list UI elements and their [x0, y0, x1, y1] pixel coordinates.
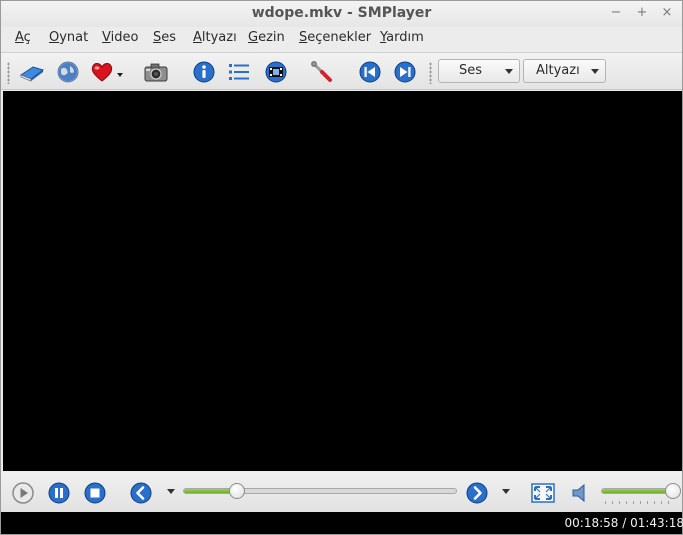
- menu-browse[interactable]: Gezin: [248, 30, 285, 45]
- status-bar: 00:18:58 / 01:43:18: [1, 512, 683, 534]
- screenshot-icon[interactable]: [142, 58, 170, 86]
- preferences-icon[interactable]: [308, 58, 336, 86]
- minimize-button[interactable]: −: [607, 4, 625, 22]
- video-preferences-icon[interactable]: [262, 58, 290, 86]
- mute-button[interactable]: [567, 480, 593, 506]
- chevron-down-icon: [591, 69, 599, 74]
- menu-audio[interactable]: Ses: [153, 30, 176, 45]
- volume-ticks: [605, 501, 673, 504]
- audio-track-label: Ses: [459, 63, 483, 78]
- stop-button[interactable]: [82, 480, 108, 506]
- close-button[interactable]: ×: [658, 4, 676, 22]
- toolbar-grip[interactable]: [7, 62, 10, 84]
- favorites-icon[interactable]: [89, 58, 125, 86]
- title-bar[interactable]: wdope.mkv - SMPlayer − + ×: [1, 1, 682, 27]
- menu-open[interactable]: Aç: [15, 30, 31, 45]
- rewind-menu-chevron-icon[interactable]: [167, 489, 175, 494]
- control-bar: [1, 472, 682, 512]
- rewind-button[interactable]: [128, 480, 154, 506]
- pause-button[interactable]: [46, 480, 72, 506]
- volume-fill: [602, 489, 674, 493]
- next-icon[interactable]: [391, 58, 419, 86]
- volume-slider[interactable]: [601, 483, 682, 499]
- window-title: wdope.mkv - SMPlayer: [251, 5, 432, 21]
- menu-help[interactable]: Yardım: [380, 30, 424, 45]
- menu-options[interactable]: Seçenekler: [299, 30, 371, 45]
- previous-icon[interactable]: [356, 58, 384, 86]
- subtitle-track-combo[interactable]: Altyazı: [523, 59, 606, 83]
- open-file-icon[interactable]: [18, 58, 46, 86]
- fullscreen-button[interactable]: [530, 480, 556, 506]
- info-icon[interactable]: [190, 58, 218, 86]
- seek-slider[interactable]: [183, 483, 457, 499]
- forward-button[interactable]: [464, 480, 490, 506]
- menu-subtitles[interactable]: Altyazı: [193, 30, 237, 45]
- time-display: 00:18:58 / 01:43:18: [564, 516, 683, 530]
- subtitle-track-label: Altyazı: [536, 63, 580, 78]
- video-area[interactable]: [3, 91, 682, 471]
- volume-handle[interactable]: [665, 483, 682, 499]
- menu-play[interactable]: Oynat: [49, 30, 88, 45]
- forward-menu-chevron-icon[interactable]: [502, 489, 510, 494]
- maximize-button[interactable]: +: [633, 4, 651, 22]
- menu-video[interactable]: Video: [102, 30, 138, 45]
- smplayer-window: wdope.mkv - SMPlayer − + × Aç Oynat Vide…: [0, 0, 683, 535]
- chevron-down-icon: [505, 69, 513, 74]
- play-button[interactable]: [10, 480, 36, 506]
- seek-handle[interactable]: [229, 483, 246, 499]
- open-url-icon[interactable]: [54, 58, 82, 86]
- main-toolbar: Ses Altyazı: [1, 52, 682, 90]
- audio-track-combo[interactable]: Ses: [438, 59, 520, 83]
- playlist-icon[interactable]: [225, 58, 253, 86]
- toolbar-grip[interactable]: [429, 62, 432, 84]
- menu-bar: Aç Oynat Video Ses Altyazı Gezin Seçenek…: [1, 27, 682, 51]
